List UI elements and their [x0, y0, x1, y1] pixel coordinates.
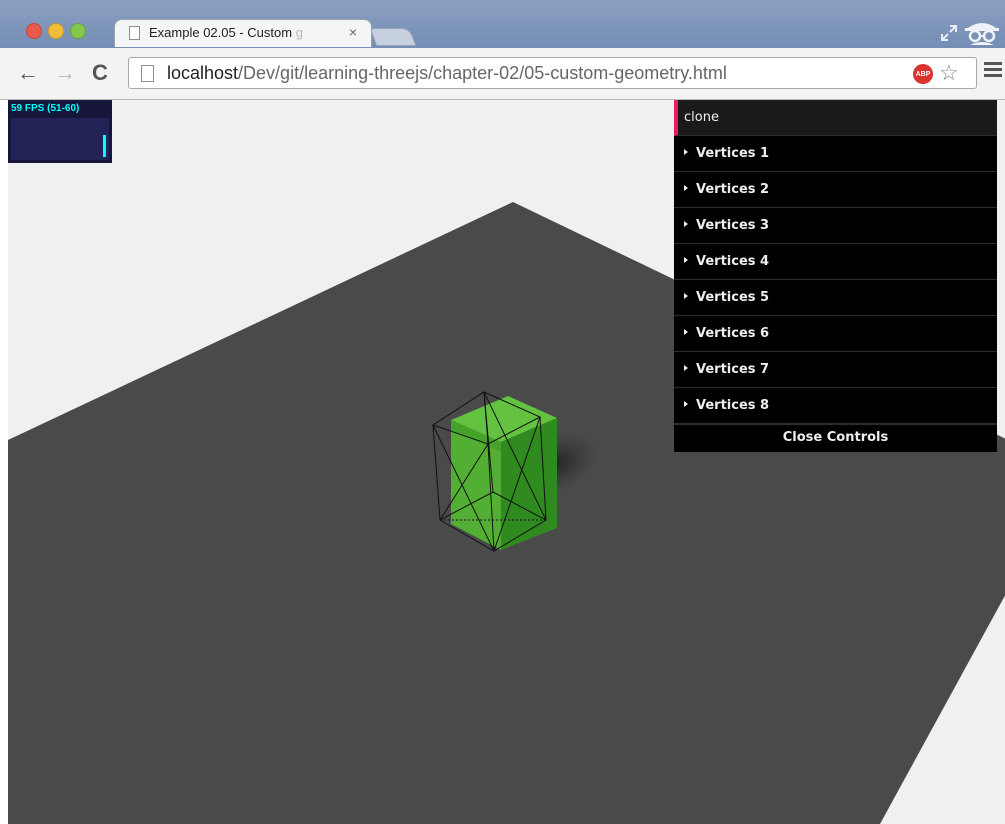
vertices-folder[interactable]: Vertices 3 [674, 208, 997, 244]
vertices-folder[interactable]: Vertices 2 [674, 172, 997, 208]
new-tab-button[interactable] [369, 28, 417, 46]
chevron-right-icon [684, 184, 688, 191]
chevron-right-icon [684, 148, 688, 155]
close-controls-button[interactable]: Close Controls [674, 424, 997, 452]
reload-button[interactable]: C [92, 60, 108, 86]
adblock-icon[interactable]: ABP [913, 64, 933, 84]
vertices-folder[interactable]: Vertices 8 [674, 388, 997, 424]
fps-text: 59 FPS (51-60) [11, 103, 80, 114]
vertices-folder[interactable]: Vertices 6 [674, 316, 997, 352]
zoom-window-button[interactable] [70, 23, 86, 39]
url-text: localhost/Dev/git/learning-threejs/chapt… [167, 63, 727, 83]
vertices-folder[interactable]: Vertices 1 [674, 136, 997, 172]
fullscreen-icon[interactable] [940, 24, 958, 42]
page-icon [129, 26, 140, 40]
page-icon [141, 65, 154, 82]
vertices-folder[interactable]: Vertices 7 [674, 352, 997, 388]
fps-graph [11, 118, 109, 160]
vertices-folder[interactable]: Vertices 5 [674, 280, 997, 316]
close-window-button[interactable] [26, 23, 42, 39]
incognito-icon [965, 23, 999, 45]
cube-mesh [451, 396, 557, 550]
browser-tab[interactable]: Example 02.05 - Custom g × [114, 19, 372, 47]
forward-button[interactable]: → [54, 60, 76, 86]
chevron-right-icon [684, 364, 688, 371]
chevron-right-icon [684, 328, 688, 335]
tab-close-icon[interactable]: × [349, 24, 357, 40]
chevron-right-icon [684, 292, 688, 299]
clone-button[interactable]: clone [674, 100, 997, 136]
chevron-right-icon [684, 400, 688, 407]
tab-title: Example 02.05 - Custom g [149, 25, 303, 40]
fps-stats-panel[interactable]: 59 FPS (51-60) [8, 100, 112, 163]
minimize-window-button[interactable] [48, 23, 64, 39]
chevron-right-icon [684, 220, 688, 227]
fps-bar [103, 135, 106, 157]
chevron-right-icon [684, 256, 688, 263]
bookmark-star-icon[interactable]: ☆ [939, 60, 959, 86]
browser-toolbar: ← → C localhost/Dev/git/learning-threejs… [0, 48, 1005, 100]
back-button[interactable]: ← [17, 60, 39, 86]
vertices-folder[interactable]: Vertices 4 [674, 244, 997, 280]
address-bar[interactable]: localhost/Dev/git/learning-threejs/chapt… [128, 57, 977, 89]
controls-panel: clone Vertices 1 Vertices 2 Vertices 3 V… [674, 100, 997, 452]
menu-icon[interactable] [984, 62, 1002, 80]
